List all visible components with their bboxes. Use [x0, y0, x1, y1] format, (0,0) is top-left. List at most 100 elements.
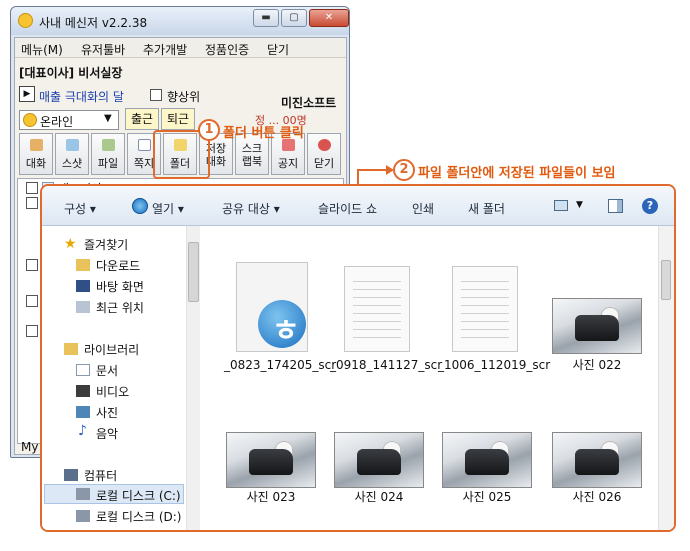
ie-icon	[132, 198, 148, 214]
nav-videos[interactable]: 비디오	[96, 383, 129, 400]
help-icon[interactable]: ?	[642, 198, 658, 214]
tree-checkbox[interactable]	[26, 197, 38, 209]
explorer-window: 구성 ▾ 열기 ▾ 공유 대상 ▾ 슬라이드 쇼 인쇄 새 폴더 ▼ ? ★ 즐…	[40, 184, 676, 532]
file-name[interactable]: 사진 024	[331, 490, 427, 505]
footer-text: My	[21, 440, 39, 454]
nav-computer[interactable]: 컴퓨터	[84, 467, 117, 484]
menu-main[interactable]: 메뉴(M)	[21, 41, 63, 58]
status-select[interactable]: 온라인 ▼	[19, 110, 119, 130]
callout-1-number: 1	[198, 119, 220, 141]
organize-button[interactable]: 구성 ▾	[64, 200, 96, 217]
file-name[interactable]: _0823_174205_scr	[224, 358, 336, 373]
company-name: 미진소프트	[281, 96, 337, 110]
tree-checkbox[interactable]	[26, 182, 38, 194]
nav-pictures[interactable]: 사진	[96, 404, 118, 421]
file-area: ㅎ _0823_174205_scr _0918_141127_scr _100…	[202, 226, 658, 530]
file-scrollbar[interactable]	[658, 226, 674, 530]
photo-thumbnail[interactable]	[334, 432, 424, 488]
news-link[interactable]: 매출 극대화의 달	[39, 88, 124, 105]
callout-2-text: 파일 폴더안에 저장된 파일들이 보임	[418, 166, 616, 181]
tree-checkbox[interactable]	[26, 259, 38, 271]
computer-icon	[64, 469, 78, 481]
library-icon	[64, 343, 78, 355]
improve-checkbox[interactable]	[150, 89, 162, 101]
file-name[interactable]: _0918_141127_scr	[330, 358, 442, 373]
checkin-button[interactable]: 출근	[125, 108, 159, 130]
menu-user-toolbar[interactable]: 유저툴바	[81, 41, 125, 58]
navigation-pane: ★ 즐겨찾기 다운로드 바탕 화면 최근 위치 라이브러리 문서 비디오 사진 …	[42, 226, 200, 530]
chevron-down-icon: ▼	[104, 113, 112, 124]
file-scroll-thumb[interactable]	[661, 260, 671, 300]
screenshot-button[interactable]: 스샷	[55, 133, 89, 175]
nav-drive-c[interactable]: 로컬 디스크 (C:)	[96, 487, 181, 504]
photo-thumbnail[interactable]	[552, 298, 642, 354]
person-icon	[30, 139, 43, 151]
menu-close[interactable]: 닫기	[267, 41, 289, 58]
drive-d-icon	[76, 510, 90, 522]
document-file-icon[interactable]	[344, 266, 410, 352]
minimize-button[interactable]: ▬	[253, 9, 279, 27]
preview-pane-icon[interactable]	[608, 199, 623, 213]
open-button[interactable]: 열기 ▾	[152, 200, 184, 217]
view-dropdown-icon[interactable]: ▼	[576, 200, 583, 210]
file-name[interactable]: 사진 023	[223, 490, 319, 505]
menu-extra-dev[interactable]: 추가개발	[143, 41, 187, 58]
checkout-button[interactable]: 퇴근	[161, 108, 195, 130]
smiley-app-icon	[18, 13, 33, 28]
callout-1-text: 폴더 버튼 클릭	[223, 126, 304, 141]
envelope-icon	[138, 139, 151, 151]
share-button[interactable]: 공유 대상 ▾	[222, 200, 280, 217]
callout-2-number: 2	[393, 159, 415, 181]
nav-music[interactable]: 음악	[96, 425, 118, 442]
improve-label: 향상위	[167, 90, 201, 104]
nav-desktop[interactable]: 바탕 화면	[96, 278, 144, 295]
tree-checkbox[interactable]	[26, 295, 38, 307]
smiley-status-icon	[23, 113, 37, 127]
close-toolbar-button[interactable]: 닫기	[307, 133, 341, 175]
file-name[interactable]: 사진 026	[549, 490, 645, 505]
title-bar: 사내 메신저 v2.2.38 ▬ ▢ ✕	[11, 7, 349, 35]
drive-c-icon	[76, 488, 90, 500]
user-name: [대표이사] 비서실장	[19, 66, 123, 80]
nav-recent[interactable]: 최근 위치	[96, 299, 144, 316]
close-icon	[318, 139, 331, 151]
nav-scroll-thumb[interactable]	[188, 242, 199, 302]
chat-button[interactable]: 대화	[19, 133, 53, 175]
file-button[interactable]: 파일	[91, 133, 125, 175]
desktop-icon	[76, 280, 90, 292]
file-name[interactable]: _1006_112019_scr	[438, 358, 550, 373]
close-button[interactable]: ✕	[309, 9, 349, 27]
camera-icon	[66, 139, 79, 151]
slideshow-button[interactable]: 슬라이드 쇼	[318, 200, 377, 217]
maximize-button[interactable]: ▢	[281, 9, 307, 27]
play-icon[interactable]: ▶	[19, 86, 35, 102]
window-title: 사내 메신저 v2.2.38	[39, 16, 148, 30]
menu-bar: 메뉴(M) 유저툴바 추가개발 정품인증 닫기	[15, 38, 346, 58]
file-name[interactable]: 사진 025	[439, 490, 535, 505]
photo-thumbnail[interactable]	[226, 432, 316, 488]
nav-downloads[interactable]: 다운로드	[96, 257, 140, 274]
nav-drive-d[interactable]: 로컬 디스크 (D:)	[96, 508, 181, 525]
status-value: 온라인	[40, 115, 74, 129]
view-icon[interactable]	[554, 200, 568, 211]
nav-scrollbar[interactable]	[186, 226, 200, 530]
star-icon: ★	[64, 236, 77, 252]
new-folder-button[interactable]: 새 폴더	[468, 200, 505, 217]
nav-favorites[interactable]: 즐겨찾기	[84, 236, 128, 253]
document-file-icon[interactable]	[452, 266, 518, 352]
photo-thumbnail[interactable]	[442, 432, 532, 488]
file-name[interactable]: 사진 022	[549, 358, 645, 373]
tree-checkbox[interactable]	[26, 325, 38, 337]
print-button[interactable]: 인쇄	[412, 200, 434, 217]
menu-license[interactable]: 정품인증	[205, 41, 249, 58]
video-icon	[76, 385, 90, 397]
documents-icon	[76, 364, 90, 376]
nav-documents[interactable]: 문서	[96, 362, 118, 379]
recent-places-icon	[76, 301, 90, 313]
pictures-icon	[76, 406, 90, 418]
photo-thumbnail[interactable]	[552, 432, 642, 488]
file-icon	[102, 139, 115, 151]
nav-libraries[interactable]: 라이브러리	[84, 341, 139, 358]
hangul-file-icon[interactable]: ㅎ	[236, 262, 308, 352]
download-folder-icon	[76, 259, 90, 271]
